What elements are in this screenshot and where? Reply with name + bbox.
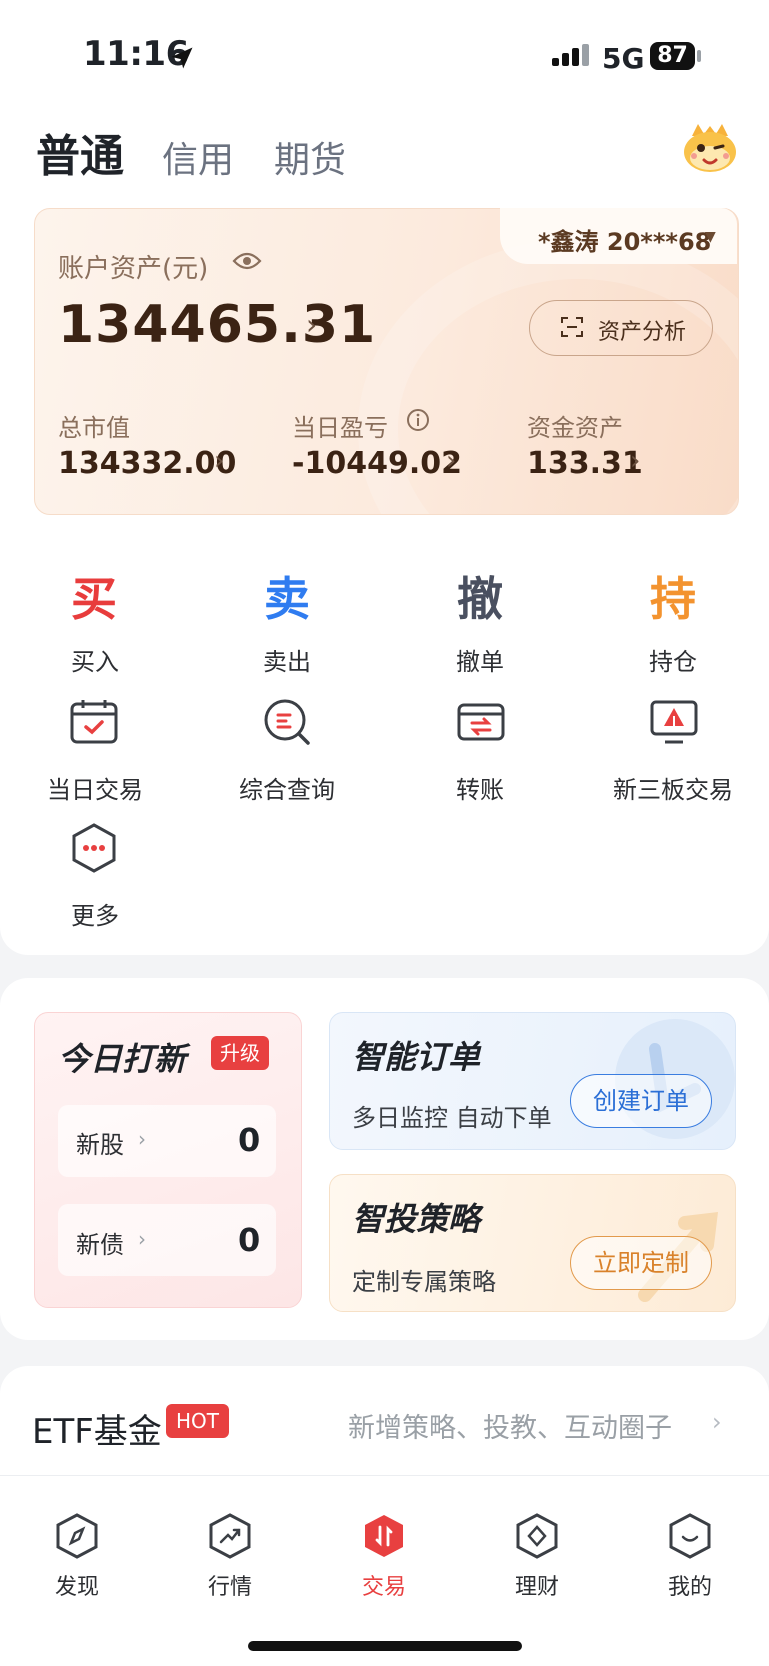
position-char-icon[interactable]: 持: [625, 563, 721, 629]
chevron-right-icon: ›: [630, 446, 641, 476]
location-arrow-icon: [171, 47, 193, 69]
sell-char-icon[interactable]: 卖: [239, 563, 335, 629]
caret-down-icon: ▼: [705, 229, 716, 245]
nav-discover[interactable]: 发现: [17, 1513, 137, 1601]
nav-trade[interactable]: 交易: [324, 1513, 444, 1601]
chevron-right-icon: ›: [712, 1408, 722, 1436]
ipo-title: 今日打新: [58, 1040, 187, 1078]
profile-icon: [669, 1513, 711, 1559]
home-indicator[interactable]: [248, 1641, 522, 1651]
info-icon[interactable]: [406, 408, 430, 432]
board-trading-icon[interactable]: [649, 697, 699, 747]
smart-order-title: 智能订单: [352, 1038, 481, 1076]
cash-asset-label: 资金资产: [527, 414, 623, 442]
battery-cap: [697, 50, 701, 62]
nav-wealth[interactable]: 理财: [477, 1513, 597, 1601]
cancel-char-icon[interactable]: 撤: [432, 563, 528, 629]
strategy-subtitle: 定制专属策略: [352, 1268, 496, 1296]
market-value-label: 总市值: [58, 414, 130, 442]
daily-trades-button[interactable]: 当日交易: [0, 770, 190, 805]
asset-analysis-label: 资产分析: [598, 320, 687, 345]
nav-profile[interactable]: 我的: [630, 1513, 750, 1601]
new-bond-label: 新债: [76, 1231, 124, 1259]
strategy-title: 智投策略: [352, 1200, 481, 1238]
nav-profile-label: 我的: [667, 1575, 712, 1600]
hot-badge: HOT: [166, 1404, 229, 1438]
create-order-button[interactable]: 创建订单: [570, 1074, 712, 1128]
more-icon[interactable]: [69, 823, 119, 873]
buy-char-icon[interactable]: 买: [46, 563, 142, 629]
calendar-check-icon[interactable]: [69, 697, 119, 747]
query-button[interactable]: 综合查询: [192, 770, 382, 805]
daily-pnl-value[interactable]: -10449.02: [292, 446, 462, 481]
customize-button[interactable]: 立即定制: [570, 1236, 712, 1290]
new-stock-label: 新股: [76, 1131, 124, 1159]
trade-icon: [365, 1515, 403, 1557]
new-stock-count: 0: [238, 1121, 261, 1159]
daily-pnl-label: 当日盈亏: [292, 414, 388, 442]
ipo-upgrade-badge: 升级: [211, 1036, 269, 1070]
account-total-value[interactable]: 134465.31: [58, 295, 376, 355]
nav-market-label: 行情: [207, 1575, 252, 1600]
account-asset-label: 账户资产(元): [58, 254, 209, 284]
smart-order-subtitle: 多日监控 自动下单: [352, 1104, 552, 1132]
wealth-icon: [516, 1513, 558, 1559]
more-button[interactable]: 更多: [0, 896, 190, 931]
cash-asset-value[interactable]: 133.31: [527, 446, 643, 481]
market-value[interactable]: 134332.00: [58, 446, 236, 481]
chevron-right-icon: ›: [214, 446, 225, 476]
mascot-avatar-icon[interactable]: [680, 122, 740, 174]
transfer-button[interactable]: 转账: [385, 770, 575, 805]
nav-market[interactable]: 行情: [170, 1513, 290, 1601]
chart-trend-icon: [209, 1513, 251, 1559]
buy-button[interactable]: 买入: [0, 642, 190, 677]
etf-title: ETF基金: [32, 1412, 162, 1452]
eye-icon[interactable]: [232, 249, 262, 273]
chevron-right-icon: ›: [138, 1227, 146, 1251]
nav-trade-label: 交易: [361, 1575, 406, 1600]
nav-discover-label: 发现: [54, 1575, 99, 1600]
search-query-icon[interactable]: [262, 697, 312, 747]
tab-credit[interactable]: 信用: [162, 131, 234, 183]
transfer-icon[interactable]: [456, 697, 506, 747]
neeq-trading-button[interactable]: 新三板交易: [578, 770, 768, 805]
nav-wealth-label: 理财: [514, 1575, 559, 1600]
etf-links[interactable]: 新增策略、投教、互动圈子: [348, 1406, 672, 1445]
cancel-order-button[interactable]: 撤单: [385, 642, 575, 677]
battery-icon: 87: [650, 42, 695, 70]
account-user[interactable]: *鑫涛 20***68: [538, 222, 711, 257]
analysis-icon: [561, 317, 583, 337]
compass-icon: [56, 1513, 98, 1559]
network-type: 5G: [602, 42, 645, 75]
tab-normal[interactable]: 普通: [36, 120, 124, 184]
positions-button[interactable]: 持仓: [578, 642, 768, 677]
sell-button[interactable]: 卖出: [192, 642, 382, 677]
chevron-right-icon: ›: [446, 446, 457, 476]
chevron-right-icon: ›: [138, 1127, 146, 1151]
new-bond-count: 0: [238, 1221, 261, 1259]
tab-futures[interactable]: 期货: [274, 131, 346, 183]
chevron-right-icon: ›: [306, 308, 318, 341]
